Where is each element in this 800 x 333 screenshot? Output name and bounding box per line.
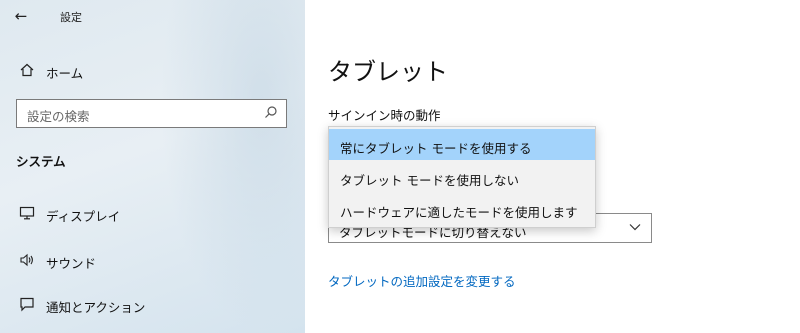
dropdown-option-hardware-mode[interactable]: ハードウェアに適したモードを使用します xyxy=(329,193,595,224)
back-arrow-icon[interactable]: ← xyxy=(10,5,32,27)
sidebar-item-label: ディスプレイ xyxy=(46,209,121,224)
additional-tablet-settings-link[interactable]: タブレットの追加設定を変更する xyxy=(328,271,516,290)
option-label: ハードウェアに適したモードを使用します xyxy=(340,205,578,220)
section-heading: システム xyxy=(16,154,66,169)
sidebar-item-home[interactable]: ホーム xyxy=(0,55,305,87)
sidebar: ← 設定 ホーム 設定の検索 システム ディスプレイ サウンド 通知とアクション xyxy=(0,0,305,333)
sidebar-item-notifications[interactable]: 通知とアクション xyxy=(0,289,305,321)
option-label: タブレット モードを使用しない xyxy=(340,173,519,188)
search-placeholder: 設定の検索 xyxy=(27,109,90,124)
sidebar-backdrop xyxy=(160,0,305,333)
main-content: タブレット サインイン時の動作 タブレットモードに切り替えない 常にタブレット … xyxy=(305,0,800,333)
signin-label: サインイン時の動作 xyxy=(328,108,441,123)
search-input[interactable]: 設定の検索 xyxy=(16,99,287,128)
notification-icon xyxy=(18,296,36,314)
sidebar-item-label: サウンド xyxy=(46,256,97,271)
title-bar: ← 設定 xyxy=(0,0,305,32)
sidebar-item-label: ホーム xyxy=(46,66,84,81)
dropdown-option-never-tablet[interactable]: タブレット モードを使用しない xyxy=(329,161,595,192)
sidebar-item-label: 通知とアクション xyxy=(46,300,146,315)
dropdown-option-always-tablet[interactable]: 常にタブレット モードを使用する xyxy=(329,129,595,160)
home-icon xyxy=(18,62,36,80)
signin-dropdown-list: 常にタブレット モードを使用する タブレット モードを使用しない ハードウェアに… xyxy=(328,126,596,228)
chevron-down-icon xyxy=(627,219,643,237)
monitor-icon xyxy=(18,205,36,223)
option-label: 常にタブレット モードを使用する xyxy=(340,141,532,156)
speaker-icon xyxy=(18,252,36,270)
sidebar-item-sound[interactable]: サウンド xyxy=(0,245,305,277)
sidebar-item-display[interactable]: ディスプレイ xyxy=(0,198,305,230)
search-icon[interactable] xyxy=(263,105,279,121)
page-title: タブレット xyxy=(328,58,448,86)
window-title: 設定 xyxy=(60,11,82,24)
